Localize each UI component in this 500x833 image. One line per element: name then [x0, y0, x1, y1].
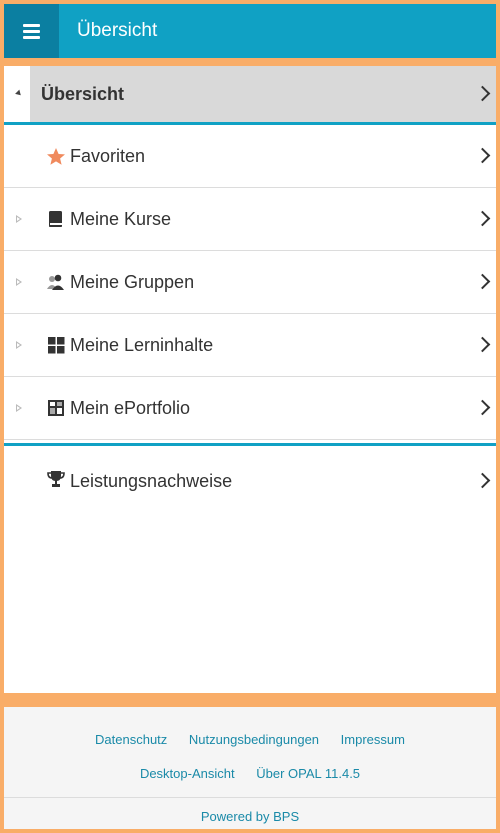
group-icon: [47, 274, 64, 290]
nav-section-overview[interactable]: Übersicht: [4, 66, 496, 122]
caret-down-icon: [15, 89, 23, 98]
imprint-link[interactable]: Impressum: [341, 732, 405, 747]
chevron-right-icon: [474, 336, 491, 353]
expand-arrow-icon[interactable]: [16, 404, 22, 412]
terms-link[interactable]: Nutzungsbedingungen: [189, 732, 319, 747]
about-opal-link[interactable]: Über OPAL 11.4.5: [256, 766, 360, 781]
star-icon: [47, 148, 65, 165]
nav-item-label: Leistungsnachweise: [70, 471, 233, 491]
nav-item-label: Favoriten: [70, 146, 146, 166]
menu-toggle-button[interactable]: [4, 4, 59, 58]
trophy-icon: [47, 471, 65, 487]
nav-item-favoriten[interactable]: Favoriten: [4, 125, 496, 188]
footer-links: Desktop-Ansicht Über OPAL 11.4.5: [4, 766, 496, 781]
chevron-right-icon: [474, 472, 491, 489]
chevron-right-icon: [474, 273, 491, 290]
desktop-view-link[interactable]: Desktop-Ansicht: [140, 766, 235, 781]
navigation-menu: Übersicht Favoriten Meine Kurse Meine Gr…: [4, 66, 496, 693]
collapse-toggle[interactable]: [4, 66, 30, 122]
footer: Datenschutz Nutzungsbedingungen Impressu…: [4, 707, 496, 829]
divider: [4, 797, 496, 798]
hamburger-icon: [23, 23, 40, 39]
nav-section-label: Übersicht: [41, 84, 125, 104]
chevron-right-icon: [474, 147, 491, 164]
nav-item-meine-kurse[interactable]: Meine Kurse: [4, 188, 496, 251]
nav-item-meine-gruppen[interactable]: Meine Gruppen: [4, 251, 496, 314]
chevron-right-icon: [474, 399, 491, 416]
expand-arrow-icon[interactable]: [16, 215, 22, 223]
nav-item-label: Meine Kurse: [70, 209, 172, 229]
expand-arrow-icon[interactable]: [16, 278, 22, 286]
chevron-right-icon: [474, 210, 491, 227]
nav-item-label: Mein ePortfolio: [70, 398, 191, 418]
page-title: Übersicht: [77, 20, 158, 41]
nav-item-meine-lerninhalte[interactable]: Meine Lerninhalte: [4, 314, 496, 377]
expand-arrow-icon[interactable]: [16, 341, 22, 349]
footer-links: Datenschutz Nutzungsbedingungen Impressu…: [4, 732, 496, 747]
powered-by-link[interactable]: Powered by BPS: [4, 809, 496, 824]
top-bar: Übersicht: [4, 4, 496, 58]
privacy-link[interactable]: Datenschutz: [95, 732, 167, 747]
nav-item-mein-eportfolio[interactable]: Mein ePortfolio: [4, 377, 496, 440]
nav-item-label: Meine Gruppen: [70, 272, 195, 292]
nav-item-leistungsnachweise[interactable]: Leistungsnachweise: [4, 446, 496, 509]
book-icon: [49, 211, 62, 227]
nav-item-label: Meine Lerninhalte: [70, 335, 214, 355]
portfolio-icon: [48, 400, 64, 416]
grid-icon: [48, 337, 65, 354]
